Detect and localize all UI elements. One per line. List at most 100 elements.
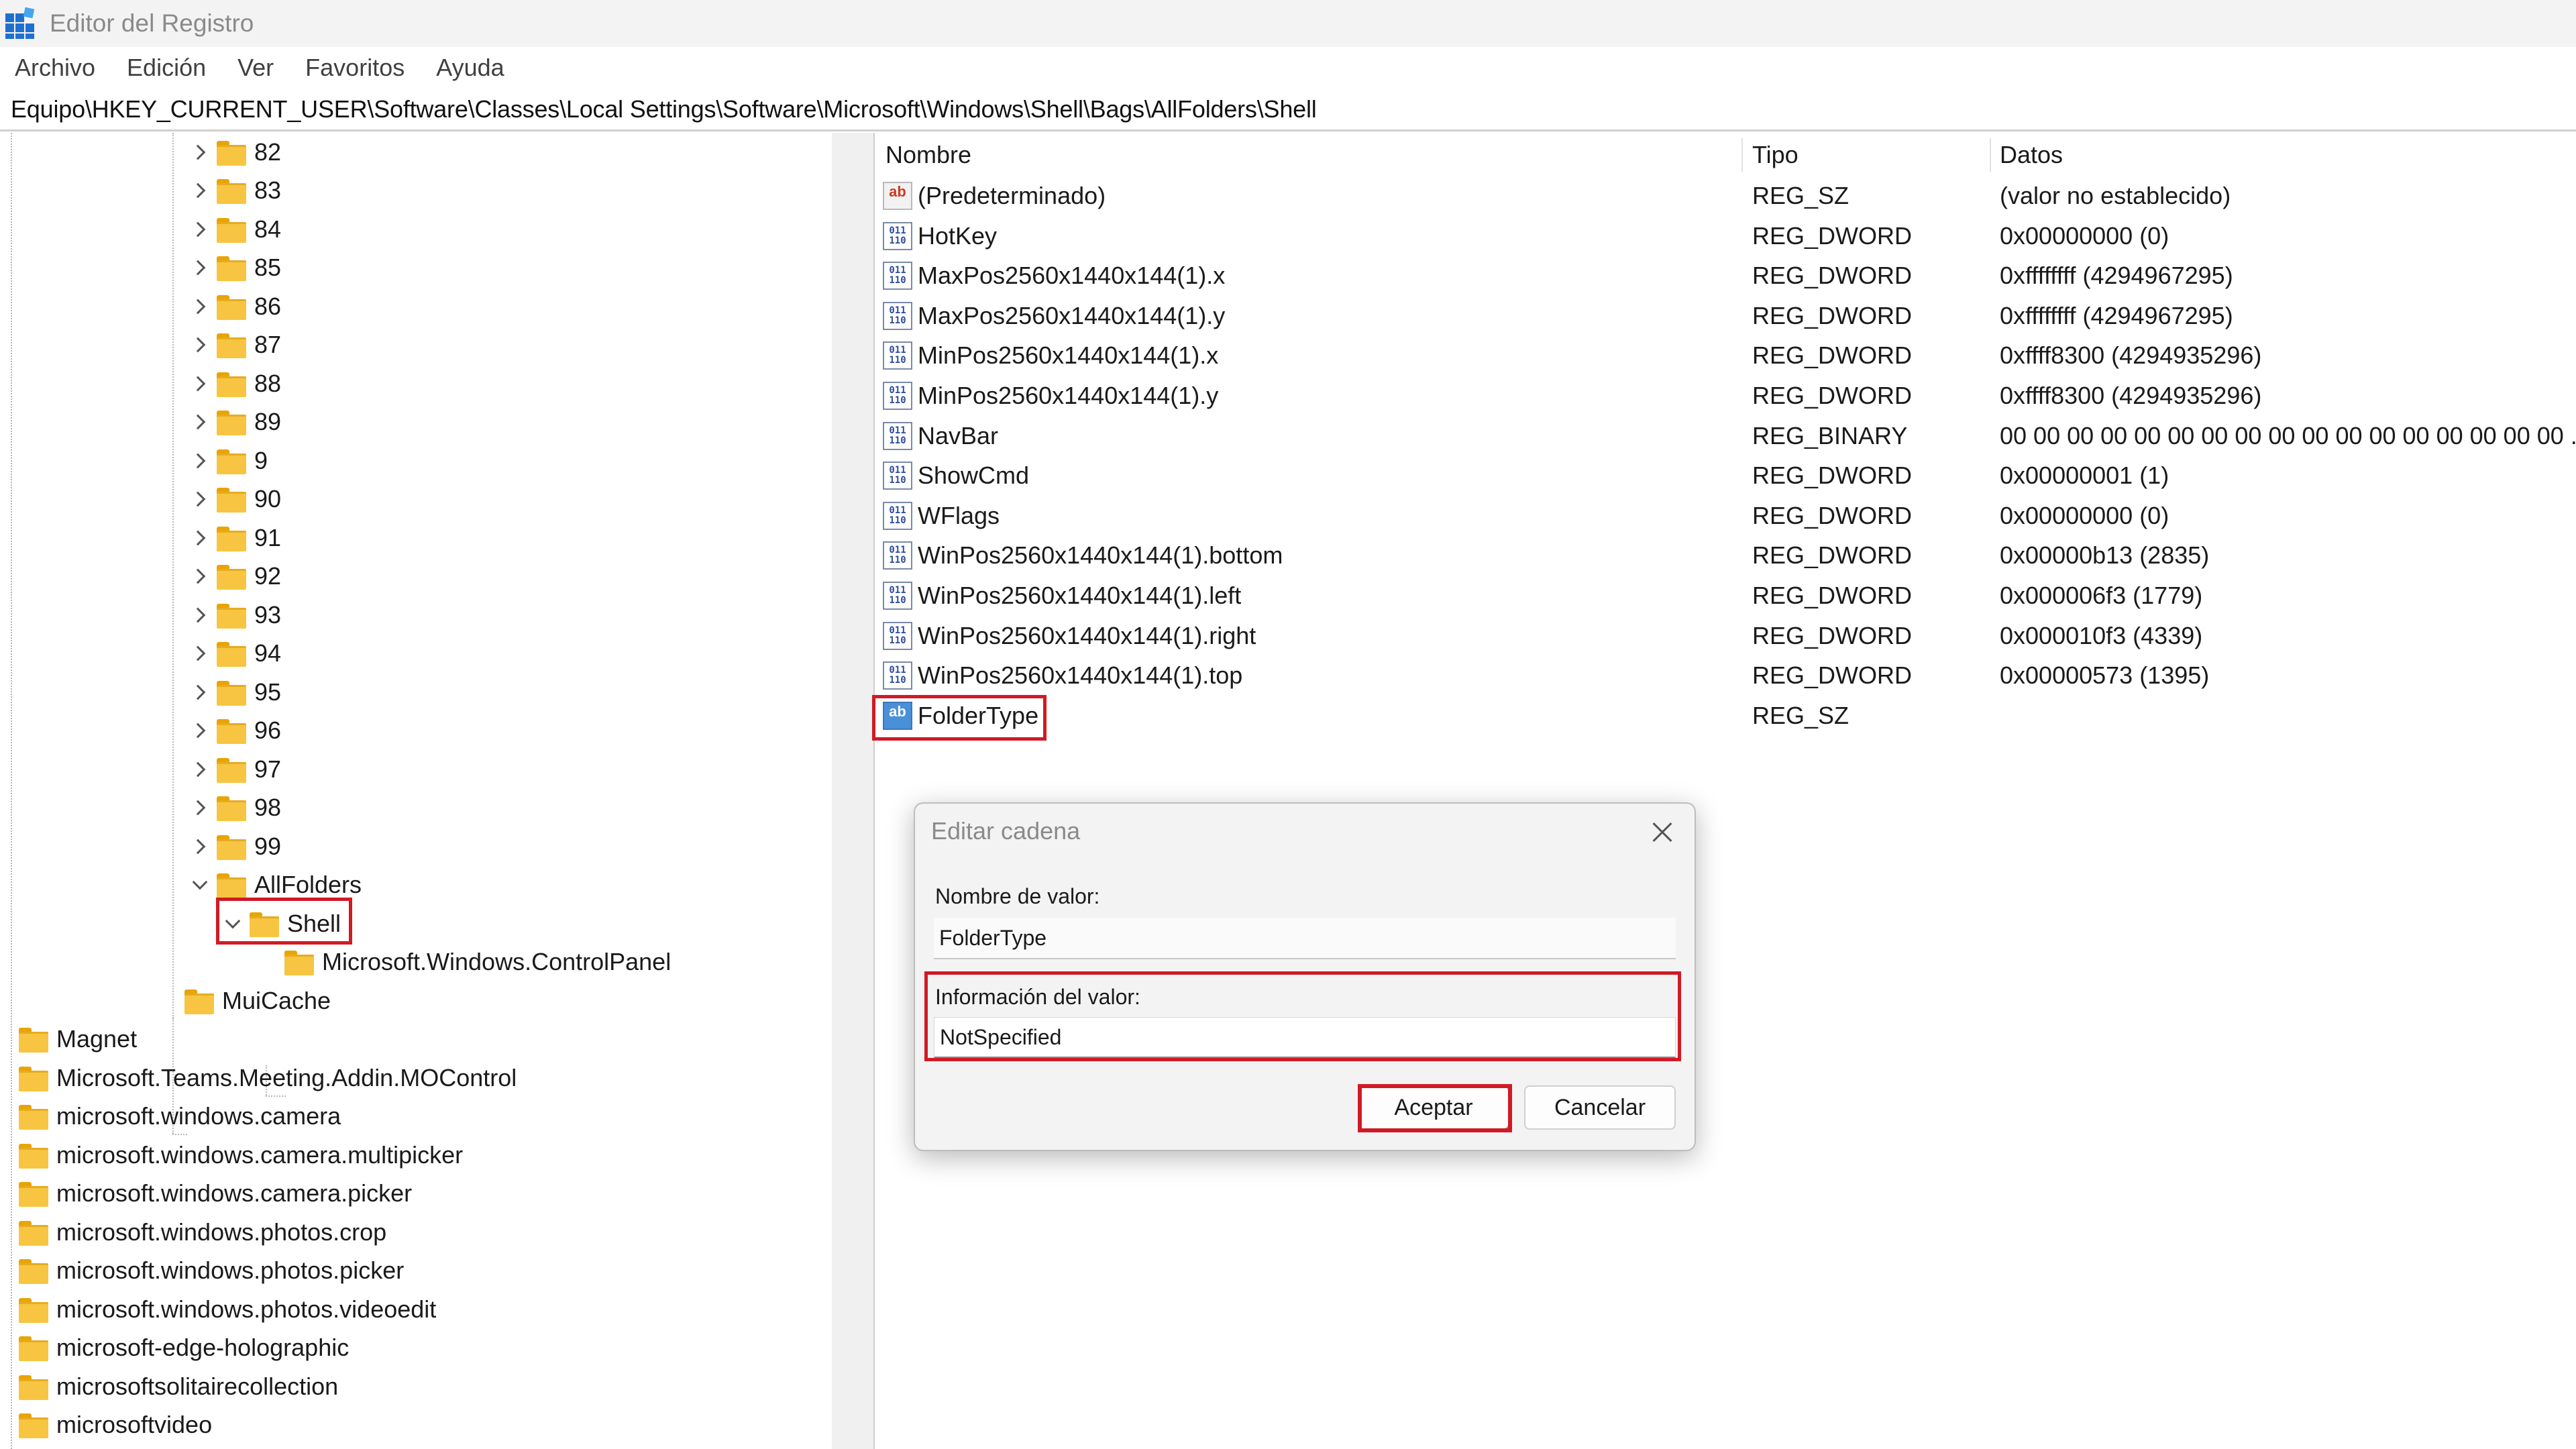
tree-item-microsoftvideo[interactable]: microsoftvideo xyxy=(19,1406,212,1444)
chevron-right-icon[interactable] xyxy=(190,682,210,702)
tree-item-key-95[interactable]: 95 xyxy=(190,673,281,711)
value-row[interactable]: 011 110 HotKey REG_DWORD 0x00000000 (0) xyxy=(876,216,2576,256)
tree-item-key-82[interactable]: 82 xyxy=(190,133,281,171)
chevron-right-icon[interactable] xyxy=(190,258,210,278)
tree-item-key-93[interactable]: 93 xyxy=(190,596,281,634)
tree-item-microsoft-windows-camera-multipicker[interactable]: microsoft.windows.camera.multipicker xyxy=(19,1136,463,1174)
value-name-cell[interactable]: 011 110 HotKey xyxy=(883,221,997,250)
menu-archivo[interactable]: Archivo xyxy=(15,54,95,82)
value-name-cell[interactable]: 011 110 MaxPos2560x1440x144(1).x xyxy=(883,262,1225,290)
tree-item-key-83[interactable]: 83 xyxy=(190,172,281,210)
value-row[interactable]: 011 110 MaxPos2560x1440x144(1).y REG_DWORD 0… xyxy=(876,296,2576,336)
tree-item-microsoft-windows-camera-picker[interactable]: microsoft.windows.camera.picker xyxy=(19,1175,412,1213)
tree-item-key-96[interactable]: 96 xyxy=(190,712,281,750)
value-name-cell[interactable]: 011 110 NavBar xyxy=(883,421,998,450)
tree-guide-line xyxy=(11,133,12,1449)
chevron-right-icon[interactable] xyxy=(190,219,210,239)
tree-item-muicache[interactable]: MuiCache xyxy=(184,981,331,1020)
tree-item-microsoft-windows-photos-crop[interactable]: microsoft.windows.photos.crop xyxy=(19,1213,386,1251)
value-name-cell[interactable]: ab (Predeterminado) xyxy=(883,182,1106,210)
chevron-right-icon[interactable] xyxy=(190,837,210,857)
tree-item-key-88[interactable]: 88 xyxy=(190,364,281,402)
value-name-cell[interactable]: 011 110 MaxPos2560x1440x144(1).y xyxy=(883,301,1225,330)
column-separator[interactable] xyxy=(1990,138,1991,172)
chevron-right-icon[interactable] xyxy=(190,451,210,471)
value-row[interactable]: 011 110 ShowCmd REG_DWORD 0x00000001 (1) xyxy=(876,455,2576,496)
value-name-cell[interactable]: 011 110 WinPos2560x1440x144(1).left xyxy=(883,582,1241,610)
chevron-right-icon[interactable] xyxy=(190,720,210,741)
value-name-cell[interactable]: 011 110 WinPos2560x1440x144(1).top xyxy=(883,661,1242,690)
chevron-right-icon[interactable] xyxy=(190,297,210,317)
tree-item-key-98[interactable]: 98 xyxy=(190,789,281,827)
value-row[interactable]: 011 110 WinPos2560x1440x144(1).top REG_DWOR… xyxy=(876,655,2576,696)
value-row[interactable]: 011 110 WinPos2560x1440x144(1).bottom REG_D… xyxy=(876,535,2576,576)
value-name-cell[interactable]: 011 110 MinPos2560x1440x144(1).y xyxy=(883,382,1218,410)
menu-favoritos[interactable]: Favoritos xyxy=(305,54,405,82)
chevron-right-icon[interactable] xyxy=(190,335,210,355)
tree-item-key-97[interactable]: 97 xyxy=(190,750,281,788)
tree-item-key-9[interactable]: 9 xyxy=(190,441,268,480)
value-row[interactable]: 011 110 MinPos2560x1440x144(1).x REG_DWORD 0… xyxy=(876,335,2576,376)
chevron-right-icon[interactable] xyxy=(190,180,210,201)
tree-item-key-87[interactable]: 87 xyxy=(190,326,281,364)
tree-item-key-90[interactable]: 90 xyxy=(190,480,281,519)
tree-item-key-94[interactable]: 94 xyxy=(190,635,281,673)
chevron-down-icon[interactable] xyxy=(190,875,210,895)
column-header-name[interactable]: Nombre xyxy=(885,138,971,172)
values-list[interactable]: Nombre Tipo Datos ab (Predeterminado) REG_… xyxy=(876,133,2576,1449)
value-name-cell[interactable]: 011 110 WinPos2560x1440x144(1).right xyxy=(883,621,1256,650)
chevron-right-icon[interactable] xyxy=(190,489,210,509)
value-name-cell[interactable]: 011 110 WinPos2560x1440x144(1).bottom xyxy=(883,541,1283,570)
value-row[interactable]: 011 110 WinPos2560x1440x144(1).right REG_DW… xyxy=(876,616,2576,656)
menu-ver[interactable]: Ver xyxy=(237,54,274,82)
address-bar[interactable]: Equipo\HKEY_CURRENT_USER\Software\Classe… xyxy=(0,89,2576,131)
value-row[interactable]: 011 110 MaxPos2560x1440x144(1).x REG_DWORD 0… xyxy=(876,256,2576,296)
column-header-data[interactable]: Datos xyxy=(2000,138,2063,172)
value-row[interactable]: 011 110 WFlags REG_DWORD 0x00000000 (0) xyxy=(876,496,2576,536)
tree-item-microsoft-windows-photos-picker[interactable]: microsoft.windows.photos.picker xyxy=(19,1252,404,1290)
value-row[interactable]: 011 110 NavBar REG_BINARY 00 00 00 00 00 00 … xyxy=(876,416,2576,456)
tree-item-key-99[interactable]: 99 xyxy=(190,827,281,865)
value-row[interactable]: ab FolderType REG_SZ xyxy=(876,696,2576,736)
tree-item-microsoftsolitairecollection[interactable]: microsoftsolitairecollection xyxy=(19,1367,338,1405)
value-name-cell[interactable]: 011 110 WFlags xyxy=(883,501,1000,530)
menu-ayuda[interactable]: Ayuda xyxy=(436,54,504,82)
tree-item-key-92[interactable]: 92 xyxy=(190,557,281,596)
tree-item-microsoft-edge-holographic[interactable]: microsoft-edge-holographic xyxy=(19,1329,349,1367)
chevron-right-icon[interactable] xyxy=(190,605,210,625)
value-row[interactable]: 011 110 MinPos2560x1440x144(1).y REG_DWORD 0… xyxy=(876,376,2576,416)
chevron-right-icon[interactable] xyxy=(190,643,210,663)
value-name-cell[interactable]: 011 110 ShowCmd xyxy=(883,462,1029,490)
tree-item-microsoft-windows-camera[interactable]: microsoft.windows.camera xyxy=(19,1097,341,1136)
value-type: REG_SZ xyxy=(1752,182,1849,209)
chevron-right-icon[interactable] xyxy=(190,528,210,548)
chevron-right-icon[interactable] xyxy=(190,412,210,432)
value-name-cell[interactable]: 011 110 MinPos2560x1440x144(1).x xyxy=(883,341,1218,370)
tree-item-controlpanel[interactable]: Microsoft.Windows.ControlPanel xyxy=(284,943,671,981)
value-row[interactable]: ab (Predeterminado) REG_SZ (valor no establ… xyxy=(876,176,2576,216)
chevron-right-icon[interactable] xyxy=(190,759,210,780)
chevron-right-icon[interactable] xyxy=(190,374,210,394)
tree-item-magnet[interactable]: Magnet xyxy=(19,1020,137,1059)
tree-item-microsoft-teams-meeting-addin-mocontrol[interactable]: Microsoft.Teams.Meeting.Addin.MOControl xyxy=(19,1059,517,1097)
column-header-type[interactable]: Tipo xyxy=(1752,138,1799,172)
address-path[interactable]: Equipo\HKEY_CURRENT_USER\Software\Classe… xyxy=(11,95,1317,123)
tree-item-key-91[interactable]: 91 xyxy=(190,519,281,557)
chevron-right-icon[interactable] xyxy=(190,798,210,818)
close-icon[interactable] xyxy=(1648,817,1677,847)
tree-item-microsoft-windows-photos-videoedit[interactable]: microsoft.windows.photos.videoedit xyxy=(19,1290,436,1328)
tree-item-key-84[interactable]: 84 xyxy=(190,210,281,248)
tree-item-key-86[interactable]: 86 xyxy=(190,287,281,325)
menu-edicion[interactable]: Edición xyxy=(127,54,206,82)
cancel-button[interactable]: Cancelar xyxy=(1524,1085,1676,1130)
tree-scrollbar[interactable] xyxy=(832,133,875,1449)
chevron-right-icon[interactable] xyxy=(190,142,210,162)
tree-item-key-85[interactable]: 85 xyxy=(190,249,281,287)
value-row[interactable]: 011 110 WinPos2560x1440x144(1).left REG_DWO… xyxy=(876,576,2576,616)
value-name: WinPos2560x1440x144(1).left xyxy=(918,582,1242,609)
value-name: WinPos2560x1440x144(1).bottom xyxy=(918,541,1283,570)
column-separator[interactable] xyxy=(1741,138,1743,172)
chevron-right-icon[interactable] xyxy=(190,566,210,586)
tree-item-key-89[interactable]: 89 xyxy=(190,403,281,441)
key-tree[interactable]: 82 83 84 85 86 87 88 89 9 90 91 92 93 94 95 96 97 98 99 All… xyxy=(0,133,832,1449)
